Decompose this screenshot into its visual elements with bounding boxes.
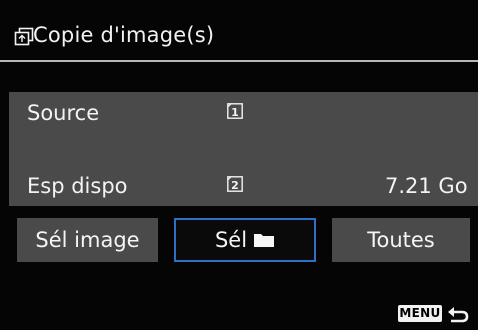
menu-button[interactable]: MENU [398, 305, 442, 322]
title-bar: Copie d'image(s) [0, 0, 478, 62]
source-label: Source [27, 101, 100, 125]
return-arrow-icon[interactable] [446, 304, 470, 324]
tab-all[interactable]: Toutes [332, 218, 470, 262]
tab-select-image[interactable]: Sél image [17, 218, 158, 262]
free-space-value: 7.21 Go [385, 174, 468, 198]
copy-image-icon [14, 27, 34, 46]
camera-menu-screen: Copie d'image(s) Source 1 Esp dispo 2 7.… [0, 0, 478, 330]
tab-select-folder-label: Sél [214, 228, 248, 252]
free-space-label: Esp dispo [27, 174, 128, 198]
free-space-card-number: 2 [231, 179, 239, 192]
card-1-icon: 1 [227, 103, 243, 119]
page-title: Copie d'image(s) [33, 23, 215, 47]
tab-all-label: Toutes [367, 228, 435, 252]
folder-icon [254, 233, 275, 247]
source-card-number: 1 [231, 106, 239, 119]
selection-tabs: Sél image Sél Toutes [0, 218, 478, 264]
tab-select-folder[interactable]: Sél [174, 218, 316, 262]
card-2-icon: 2 [227, 176, 243, 192]
tab-select-image-label: Sél image [35, 228, 140, 252]
